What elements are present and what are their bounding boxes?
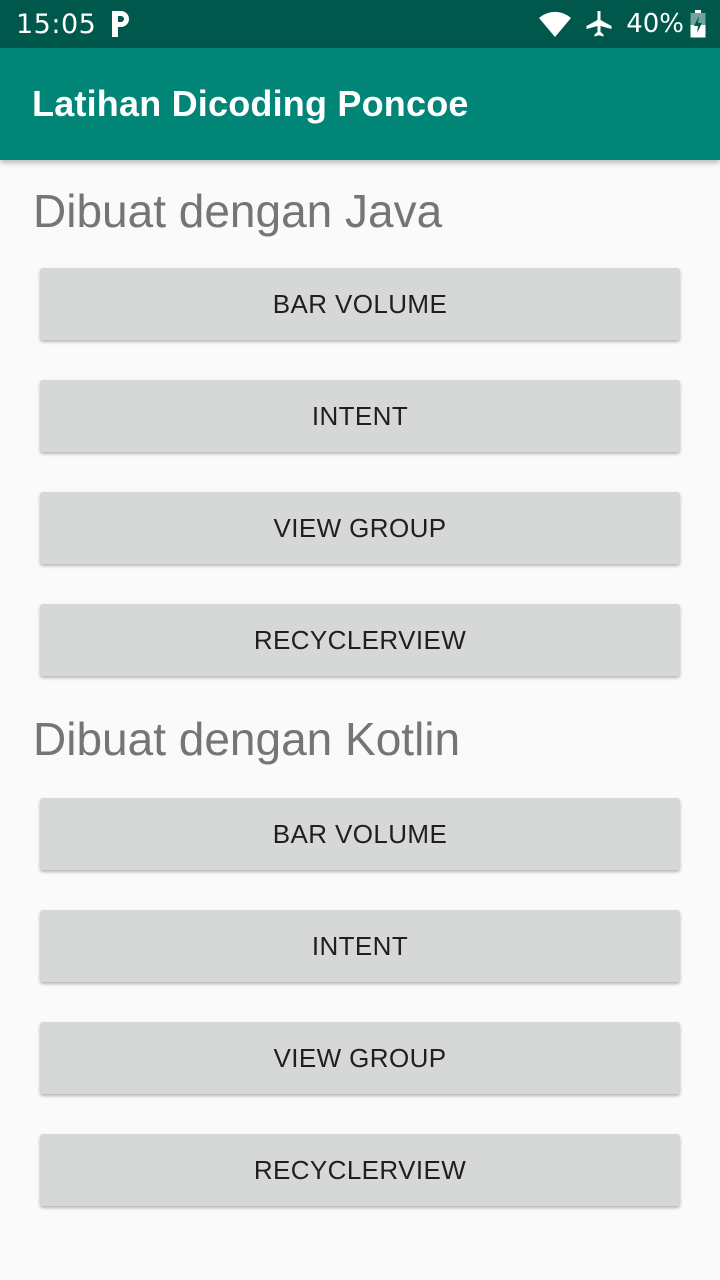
battery-percent: 40% — [626, 9, 684, 39]
kotlin-view-group-button[interactable]: VIEW GROUP — [40, 1022, 680, 1094]
app-title: Latihan Dicoding Poncoe — [32, 83, 469, 124]
app-bar: Latihan Dicoding Poncoe — [0, 48, 720, 160]
battery-charging-icon — [690, 10, 706, 38]
java-intent-button[interactable]: INTENT — [40, 380, 680, 452]
wifi-icon — [539, 11, 572, 38]
java-section-heading: Dibuat dengan Java — [33, 185, 443, 237]
kotlin-bar-volume-button[interactable]: BAR VOLUME — [40, 798, 680, 870]
kotlin-intent-button[interactable]: INTENT — [40, 910, 680, 982]
java-bar-volume-button[interactable]: BAR VOLUME — [40, 268, 680, 340]
airplane-mode-icon — [586, 11, 612, 37]
parking-notification-icon — [112, 11, 130, 37]
kotlin-section-heading: Dibuat dengan Kotlin — [33, 713, 461, 765]
kotlin-recyclerview-button[interactable]: RECYCLERVIEW — [40, 1134, 680, 1206]
status-bar: 15:05 40% — [0, 0, 720, 48]
java-view-group-button[interactable]: VIEW GROUP — [40, 492, 680, 564]
java-recyclerview-button[interactable]: RECYCLERVIEW — [40, 604, 680, 676]
status-time: 15:05 — [16, 8, 97, 40]
